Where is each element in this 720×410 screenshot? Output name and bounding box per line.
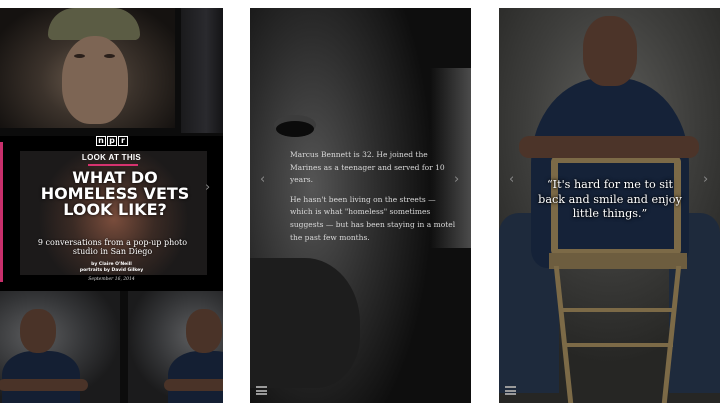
prev-arrow-icon[interactable]: ‹ xyxy=(509,172,514,187)
cover-card[interactable]: n p r LOOK AT THIS WHAT DO HOMELESS VETS… xyxy=(0,136,223,291)
logo-letter: n xyxy=(96,136,106,146)
veteran-photo-tile xyxy=(128,291,223,403)
beard-shape xyxy=(250,258,360,388)
chair-seat-shape xyxy=(549,253,687,269)
eye-shape xyxy=(74,54,85,58)
hamburger-menu-icon[interactable] xyxy=(505,386,516,395)
veteran-photo-tile xyxy=(0,291,120,403)
eye-shape xyxy=(276,121,314,137)
card-accent-edge xyxy=(0,142,3,282)
publish-date: September 16, 2014 xyxy=(88,277,135,282)
face-shape xyxy=(62,36,128,124)
npr-logo[interactable]: n p r xyxy=(96,136,128,146)
byline-portraits: portraits by David Gilkey xyxy=(79,268,144,273)
arms-shape xyxy=(519,136,699,158)
veteran-figure xyxy=(0,291,88,403)
veteran-photo-tile xyxy=(0,8,175,128)
head-shape xyxy=(186,309,222,353)
next-arrow-icon[interactable]: › xyxy=(703,172,708,187)
arms-shape xyxy=(164,379,223,391)
byline: by Claire O'Neill portraits by David Gil… xyxy=(0,262,223,274)
prev-arrow-icon[interactable]: ‹ xyxy=(260,172,265,187)
quote-screen: ‹ › “It's hard for me to sit back and sm… xyxy=(499,8,720,403)
story-text: Marcus Bennett is 32. He joined the Mari… xyxy=(290,149,460,251)
chair-rung-shape xyxy=(563,343,673,347)
pull-quote: “It's hard for me to sit back and smile … xyxy=(538,178,682,220)
next-arrow-icon[interactable]: › xyxy=(205,180,210,195)
head-shape xyxy=(583,16,637,86)
logo-letter: r xyxy=(118,136,128,146)
kicker-underline xyxy=(88,164,138,166)
hamburger-menu-icon[interactable] xyxy=(256,386,267,395)
cover-screen: n p r LOOK AT THIS WHAT DO HOMELESS VETS… xyxy=(0,8,223,403)
chair-rung-shape xyxy=(563,308,673,312)
veteran-figure xyxy=(164,291,223,403)
logo-letter: p xyxy=(107,136,117,146)
head-shape xyxy=(20,309,56,353)
headline: WHAT DO HOMELESS VETS LOOK LIKE? xyxy=(40,168,190,219)
body-shape xyxy=(2,351,80,403)
story-screen: ‹ › Marcus Bennett is 32. He joined the … xyxy=(250,8,471,403)
story-paragraph: He hasn't been living on the streets — w… xyxy=(290,194,456,242)
body-shape xyxy=(168,351,223,403)
subheadline: 9 conversations from a pop-up photo stud… xyxy=(37,238,188,256)
arms-shape xyxy=(0,379,88,391)
story-paragraph: Marcus Bennett is 32. He joined the Mari… xyxy=(290,150,445,185)
kicker: LOOK AT THIS xyxy=(81,153,142,162)
eye-shape xyxy=(104,54,115,58)
veteran-photo-tile xyxy=(181,8,223,133)
